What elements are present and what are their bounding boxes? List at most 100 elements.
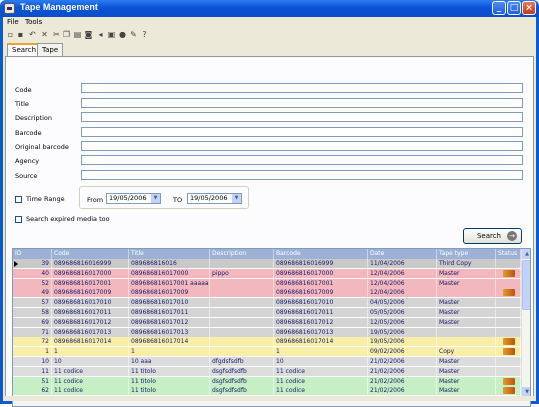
time-range-label: Time Range	[26, 195, 65, 203]
header-col-code[interactable]: Code	[52, 249, 129, 259]
toolbar: ▫ ▪ ↶ ✕ ✂ ❐ ▤ ◙ ◂ ▣ ● ✎?	[3, 28, 536, 42]
copy-icon[interactable]: ❐	[62, 30, 71, 39]
from-date-picker[interactable]: 19/05/2006 ▼	[106, 193, 161, 204]
col-id-cell: 49	[13, 288, 52, 298]
header-col-tape-type[interactable]: Tape type	[437, 249, 496, 259]
agency-input[interactable]	[81, 155, 523, 165]
table-row[interactable]: 40 089686816017000 089686816017000 pippo 089…	[13, 268, 521, 278]
close-button[interactable]: ×	[522, 1, 536, 15]
col-code-cell: 089686816017010	[52, 298, 129, 308]
col-description-cell	[210, 259, 274, 268]
description-input[interactable]	[81, 112, 523, 122]
col-date-cell: 09/02/2006	[368, 347, 437, 357]
barcode-input[interactable]	[81, 127, 523, 137]
col-description-cell	[210, 308, 274, 317]
table-row[interactable]: 58 089686816017011 089686816017011 08968681…	[13, 308, 521, 317]
time-range-checkbox[interactable]	[15, 196, 22, 203]
col-status-cell	[496, 337, 521, 347]
col-status-cell	[496, 317, 521, 327]
table-row[interactable]: 62 11 codice 11 titolo dsgfsdfsdfb 11 codice…	[13, 386, 521, 396]
col-code-cell: 089686816017001	[52, 278, 129, 288]
help-icon[interactable]: ?	[140, 30, 149, 39]
new-icon[interactable]: ▫	[6, 30, 15, 39]
settings-icon[interactable]: ✎	[129, 30, 138, 39]
col-status-cell	[496, 386, 521, 396]
header-col-description[interactable]: Description	[210, 249, 274, 259]
table-row[interactable]: 39 089686816016999 089686816016 08968681601…	[13, 259, 521, 268]
source-input[interactable]	[81, 170, 523, 180]
col-description-cell: dfgdsfsdfb	[210, 357, 274, 366]
scroll-thumb[interactable]	[522, 260, 530, 310]
search-button[interactable]: Search →	[463, 228, 522, 244]
lock-icon[interactable]: ▣	[107, 30, 116, 39]
tab-search[interactable]: Search	[7, 43, 42, 57]
table-row[interactable]: 72 089686816017014 089686816017014 08968681…	[13, 337, 521, 347]
preview-icon[interactable]: ◙	[84, 30, 93, 39]
grid-body: 39 089686816016999 089686816016 08968681601…	[13, 259, 521, 397]
header-col-barcode[interactable]: Barcode	[274, 249, 368, 259]
table-row[interactable]: 51 11 codice 11 titolo dsgfsdfsdfb 11 codice…	[13, 376, 521, 386]
vertical-scrollbar[interactable]: ▲ ▼	[521, 249, 530, 397]
col-code-cell: 11 codice	[52, 366, 129, 376]
description-label: Description	[15, 114, 53, 122]
maximize-button[interactable]: □	[507, 1, 521, 15]
save-icon[interactable]: ▪	[16, 30, 25, 39]
col-date-cell: 11/04/2006	[368, 259, 437, 268]
agency-label: Agency	[15, 157, 40, 165]
expired-media-checkbox[interactable]	[15, 216, 22, 223]
to-date-picker[interactable]: 19/05/2006 ▼	[187, 193, 242, 204]
col-code-cell: 089686816017013	[52, 327, 129, 337]
delete-icon[interactable]: ✕	[40, 30, 49, 39]
print-icon[interactable]: ▤	[73, 30, 82, 39]
col-id-cell: 62	[13, 386, 52, 396]
table-row[interactable]: 10 10 10 aaa dfgdsfsdfb 10 21/02/2006 Master	[13, 357, 521, 366]
col-date-cell: 12/04/2006	[368, 288, 437, 298]
table-row[interactable]: 57 089686816017010 089686816017010 08968681…	[13, 298, 521, 308]
back-icon[interactable]: ◂	[96, 30, 105, 39]
col-date-cell: 21/02/2006	[368, 386, 437, 396]
title-input[interactable]	[81, 98, 523, 108]
original-barcode-label: Original barcode	[15, 143, 69, 151]
table-row[interactable]: 49 089686816017009 089686816017009 08968681…	[13, 288, 521, 298]
cut-icon[interactable]: ✂	[52, 30, 61, 39]
chevron-down-icon[interactable]: ▼	[232, 194, 241, 203]
col-barcode-cell: 089686816017014	[274, 337, 368, 347]
header-col-id[interactable]: ID	[13, 249, 52, 259]
table-row[interactable]: 69 089686816017012 089686816017012 08968681…	[13, 317, 521, 327]
table-row[interactable]: 1 1 1 1 09/02/2006 Copy	[13, 347, 521, 357]
search-button-label: Search	[476, 232, 501, 240]
col-description-cell	[210, 337, 274, 347]
undo-icon[interactable]: ↶	[28, 30, 37, 39]
tape-status-icon	[503, 348, 515, 356]
col-title-cell: 089686816017009	[129, 288, 210, 298]
code-input[interactable]	[81, 83, 523, 93]
refresh-icon[interactable]: ●	[118, 30, 127, 39]
arrow-right-icon: →	[507, 231, 517, 241]
menu-bar: File Tools	[3, 17, 536, 28]
menu-tools[interactable]: Tools	[25, 18, 42, 26]
header-col-status[interactable]: Status	[496, 249, 521, 259]
col-description-cell	[210, 317, 274, 327]
col-status-cell	[496, 268, 521, 278]
table-row[interactable]: 52 089686816017001 089686816017001 aaaaaa 0…	[13, 278, 521, 288]
col-code-cell: 089686816017012	[52, 317, 129, 327]
table-row[interactable]: 71 089686816017013 089686816017013 08968681…	[13, 327, 521, 337]
scroll-up-icon[interactable]: ▲	[522, 249, 530, 259]
client-area: File Tools ▫ ▪ ↶ ✕ ✂ ❐ ▤ ◙ ◂ ▣ ● ✎? Search Tape Cod…	[3, 17, 536, 407]
header-col-date[interactable]: Date	[368, 249, 437, 259]
search-panel: Code Title Description Barcode Original …	[5, 56, 534, 407]
header-col-title[interactable]: Title	[129, 249, 210, 259]
minimize-button[interactable]: _	[492, 1, 506, 15]
original-barcode-input[interactable]	[81, 141, 523, 151]
col-tape-type-cell	[437, 337, 496, 347]
results-grid: ID Code Title Description Barcode Date Tape ty…	[12, 248, 531, 398]
col-barcode-cell: 089686816017001	[274, 278, 368, 288]
col-code-cell: 11 codice	[52, 386, 129, 396]
col-barcode-cell: 089686816017009	[274, 288, 368, 298]
table-row[interactable]: 11 11 codice 11 titolo dsgfsdfsdfb 11 codice…	[13, 366, 521, 376]
title-bar[interactable]: Tape Management _ □ ×	[0, 0, 539, 17]
col-barcode-cell: 089686816017013	[274, 327, 368, 337]
chevron-down-icon[interactable]: ▼	[151, 194, 160, 203]
menu-file[interactable]: File	[7, 18, 19, 26]
tab-tape[interactable]: Tape	[37, 43, 64, 56]
